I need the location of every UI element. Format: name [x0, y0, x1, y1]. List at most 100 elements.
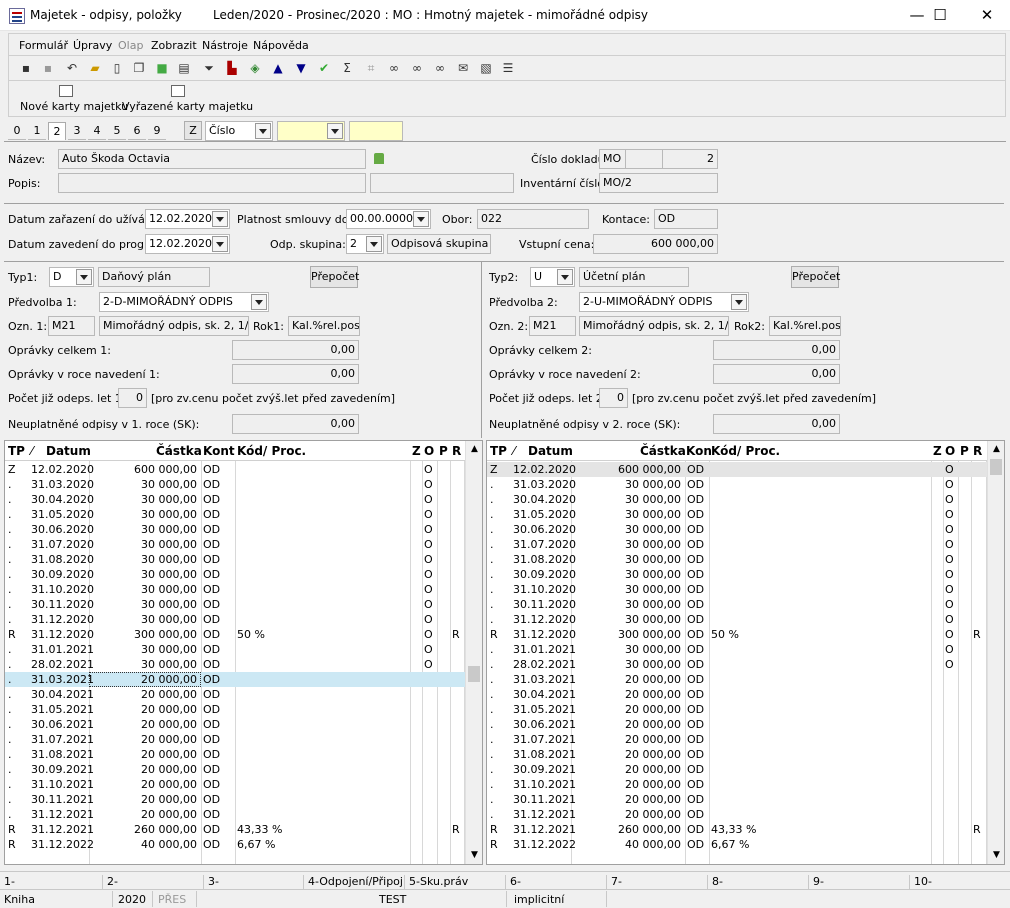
- col-datum[interactable]: Datum: [46, 444, 91, 458]
- table-row[interactable]: Z 12.02.2020 600 000,00 OD O: [487, 462, 987, 477]
- table-row[interactable]: . 31.07.2020 30 000,00 OD O: [5, 537, 465, 552]
- table-row[interactable]: . 30.06.2021 20 000,00 OD: [5, 717, 465, 732]
- grid2-scrollbar[interactable]: ▲ ▼: [987, 441, 1004, 864]
- chevron-down-icon[interactable]: [251, 294, 267, 310]
- typ1-field[interactable]: D: [49, 267, 94, 287]
- pocet1-field[interactable]: 0: [118, 388, 147, 408]
- menu-olap[interactable]: Olap: [118, 39, 143, 52]
- table-row[interactable]: . 31.10.2021 20 000,00 OD: [5, 777, 465, 792]
- book-icon[interactable]: ▤: [176, 60, 192, 76]
- ozn2-field[interactable]: M21: [529, 316, 576, 336]
- tab-4[interactable]: 4: [88, 122, 106, 140]
- menu-napoveda[interactable]: Nápověda: [253, 39, 309, 52]
- pocet2-field[interactable]: 0: [599, 388, 628, 408]
- table-row[interactable]: . 30.11.2021 20 000,00 OD: [5, 792, 465, 807]
- neupl1-field[interactable]: 0,00: [232, 414, 359, 434]
- obor-field[interactable]: 022: [477, 209, 589, 229]
- col-o[interactable]: O: [424, 444, 434, 458]
- table-row[interactable]: . 31.03.2020 30 000,00 OD O: [5, 477, 465, 492]
- table-row[interactable]: R 31.12.2020 300 000,00 OD 50 % O R: [5, 627, 465, 642]
- table-row[interactable]: . 31.03.2021 20 000,00 OD: [487, 672, 987, 687]
- sort-field-select[interactable]: Číslo: [205, 121, 273, 141]
- platnost-field[interactable]: 00.00.0000: [346, 209, 431, 229]
- table-row[interactable]: . 30.09.2021 20 000,00 OD: [5, 762, 465, 777]
- predvolba2-field[interactable]: 2-U-MIMOŘÁDNÝ ODPIS: [579, 292, 749, 312]
- opr-celkem1-field[interactable]: 0,00: [232, 340, 359, 360]
- chevron-down-icon[interactable]: [413, 211, 429, 227]
- table-row[interactable]: . 30.04.2021 20 000,00 OD: [487, 687, 987, 702]
- filter-box-2[interactable]: [349, 121, 403, 141]
- col-z[interactable]: Z: [412, 444, 421, 458]
- lock-icon[interactable]: ■: [154, 60, 170, 76]
- table-row[interactable]: . 30.06.2020 30 000,00 OD O: [487, 522, 987, 537]
- maximize-button[interactable]: ☐: [917, 0, 963, 31]
- datum-zarazeni-field[interactable]: 12.02.2020: [145, 209, 230, 229]
- ozn2-text-field[interactable]: Mimořádný odpis, sk. 2, 1/202: [579, 316, 729, 336]
- undo-icon[interactable]: ↶: [64, 60, 80, 76]
- notes-icon[interactable]: ▧: [478, 60, 494, 76]
- table-row[interactable]: . 31.12.2021 20 000,00 OD: [5, 807, 465, 822]
- fkey-8[interactable]: 8-: [707, 875, 723, 889]
- menu-upravy[interactable]: Úpravy: [73, 39, 112, 52]
- typ1-text-field[interactable]: Daňový plán: [98, 267, 210, 287]
- chevron-down-icon[interactable]: [327, 123, 343, 139]
- rok1-field[interactable]: Kal.%rel.pos: [288, 316, 360, 336]
- ozn1-text-field[interactable]: Mimořádný odpis, sk. 2, 1/202: [99, 316, 249, 336]
- chevron-down-icon[interactable]: [366, 236, 382, 252]
- doklad-cislo-field[interactable]: 2: [662, 149, 718, 169]
- table-row[interactable]: . 28.02.2021 30 000,00 OD O: [487, 657, 987, 672]
- vstupni-cena-field[interactable]: 600 000,00: [593, 234, 718, 254]
- col-datum[interactable]: Datum: [528, 444, 573, 458]
- inventarni-field[interactable]: MO/2: [599, 173, 718, 193]
- ruler-icon[interactable]: ⌗: [363, 60, 379, 76]
- prepocet2-button[interactable]: Přepočet: [791, 266, 840, 288]
- fkey-4[interactable]: 4-Odpojení/Připoj: [303, 875, 403, 889]
- filter-clear-icon[interactable]: ▙: [224, 60, 240, 76]
- col-kont[interactable]: Kon: [686, 444, 712, 458]
- scroll-down-icon[interactable]: ▼: [466, 847, 482, 864]
- col-p[interactable]: P: [439, 444, 448, 458]
- check-sort-icon[interactable]: ✔: [316, 60, 332, 76]
- col-r[interactable]: R: [973, 444, 982, 458]
- chevron-down-icon[interactable]: [76, 269, 92, 285]
- scroll-thumb[interactable]: [468, 666, 480, 682]
- table-row[interactable]: . 31.08.2020 30 000,00 OD O: [487, 552, 987, 567]
- table-row[interactable]: . 30.06.2021 20 000,00 OD: [487, 717, 987, 732]
- popis2-field[interactable]: [370, 173, 514, 193]
- table-row[interactable]: R 31.12.2022 40 000,00 OD 6,67 %: [5, 837, 465, 852]
- table-row[interactable]: . 30.11.2021 20 000,00 OD: [487, 792, 987, 807]
- chevron-down-icon[interactable]: [212, 211, 228, 227]
- prepocet1-button[interactable]: Přepočet: [310, 266, 359, 288]
- col-r[interactable]: R: [452, 444, 461, 458]
- table-row[interactable]: . 31.05.2021 20 000,00 OD: [487, 702, 987, 717]
- fkey-7[interactable]: 7-: [606, 875, 622, 889]
- col-castka[interactable]: Částka: [640, 444, 686, 458]
- doklad-mezi-field[interactable]: [625, 149, 663, 169]
- z-filter-button[interactable]: Z: [184, 121, 202, 140]
- fkey-1[interactable]: 1-: [0, 875, 15, 889]
- table-row[interactable]: . 31.01.2021 30 000,00 OD O: [487, 642, 987, 657]
- new-document-icon[interactable]: ▯: [109, 60, 125, 76]
- fkey-2[interactable]: 2-: [102, 875, 118, 889]
- datum-zavedeni-field[interactable]: 12.02.2020: [145, 234, 230, 254]
- ozn1-field[interactable]: M21: [48, 316, 95, 336]
- kontace-field[interactable]: OD: [654, 209, 718, 229]
- tab-2[interactable]: 2: [48, 122, 66, 140]
- table-row[interactable]: . 30.04.2020 30 000,00 OD O: [487, 492, 987, 507]
- mail-icon[interactable]: ✉: [455, 60, 471, 76]
- table-row[interactable]: . 31.03.2021 20 000,00 OD: [5, 672, 465, 687]
- typ2-field[interactable]: U: [530, 267, 575, 287]
- filter-icon[interactable]: ⏷: [201, 60, 217, 76]
- table-row[interactable]: . 31.10.2020 30 000,00 OD O: [487, 582, 987, 597]
- table-row[interactable]: . 30.09.2020 30 000,00 OD O: [487, 567, 987, 582]
- chevron-down-icon[interactable]: [255, 123, 271, 139]
- tax-plan-grid[interactable]: TP ⁄ Datum Částka Kont Kód/ Proc. Z O P …: [4, 440, 483, 865]
- scroll-thumb[interactable]: [990, 459, 1002, 475]
- table-row[interactable]: R 31.12.2020 300 000,00 OD 50 % O R: [487, 627, 987, 642]
- save-icon[interactable]: ▪: [18, 60, 34, 76]
- chevron-down-icon[interactable]: [557, 269, 573, 285]
- table-row[interactable]: R 31.12.2022 40 000,00 OD 6,67 %: [487, 837, 987, 852]
- table-row[interactable]: . 31.07.2021 20 000,00 OD: [5, 732, 465, 747]
- table-row[interactable]: R 31.12.2021 260 000,00 OD 43,33 % R: [5, 822, 465, 837]
- table-row[interactable]: . 28.02.2021 30 000,00 OD O: [5, 657, 465, 672]
